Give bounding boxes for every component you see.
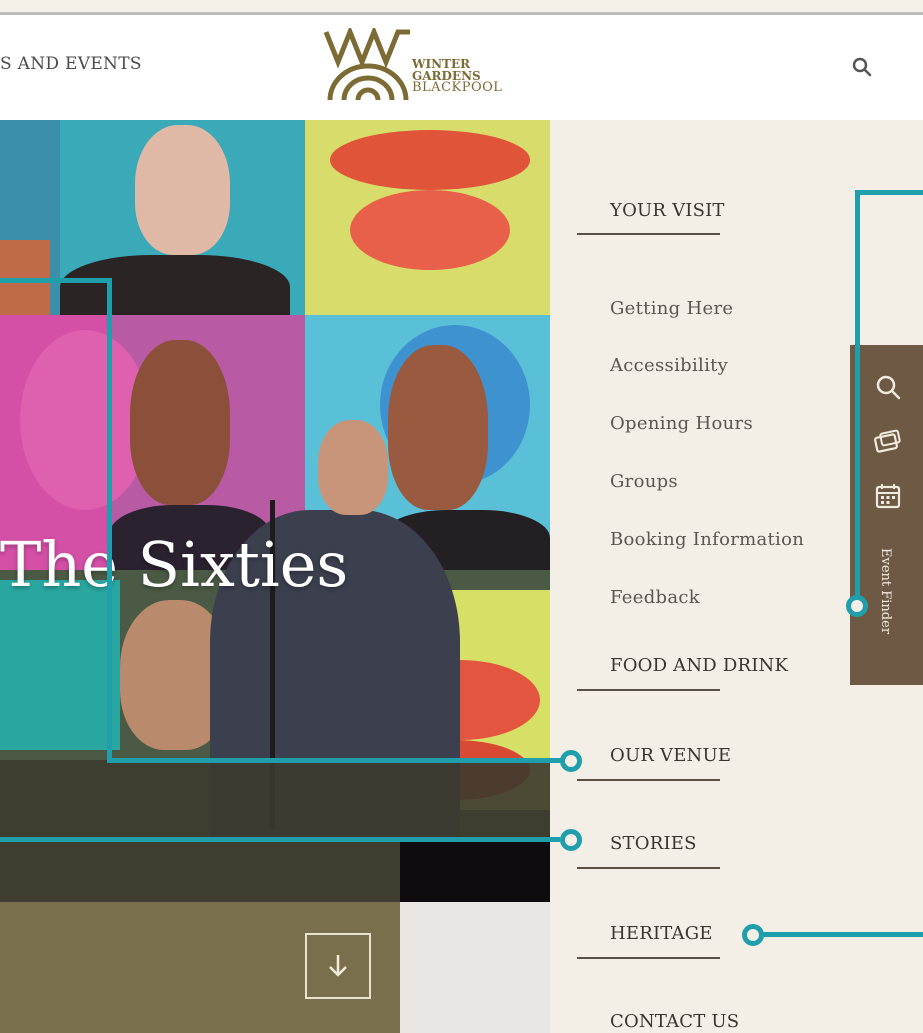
callout-line [855,190,923,195]
callout-dot [742,924,764,946]
ticket-icon[interactable] [873,428,903,460]
search-icon[interactable] [850,55,874,79]
collage-lips [330,130,530,190]
menu-divider [577,779,720,781]
menu-item-feedback[interactable]: Feedback [610,587,700,608]
logo-wordmark: WINTER GARDENS BLACKPOOL [412,58,502,94]
menu-divider [577,689,720,691]
nav-link-shows-and-events[interactable]: S AND EVENTS [0,54,142,74]
hero-image [0,120,550,902]
menu-heading-contact-us[interactable]: CONTACT US [610,1011,739,1032]
collage-performer-face [318,420,388,515]
menu-item-getting-here[interactable]: Getting Here [610,298,733,319]
logo-line-blackpool: BLACKPOOL [412,80,503,95]
hero-title: The Sixties [0,528,349,601]
hero-footer-right [400,902,550,1033]
callout-line [0,837,560,842]
arrow-down-icon [329,955,347,977]
menu-divider [577,957,720,959]
menu-divider [577,233,720,235]
menu-heading-heritage[interactable]: HERITAGE [610,923,713,944]
menu-heading-your-visit[interactable]: YOUR VISIT [610,200,725,221]
menu-heading-our-venue[interactable]: OUR VENUE [610,745,731,766]
callout-dot [560,829,582,851]
callout-line [0,278,112,283]
collage-face [130,340,230,505]
logo-mark-icon [323,25,410,101]
menu-heading-food-and-drink[interactable]: FOOD AND DRINK [610,655,788,676]
menu-item-opening-hours[interactable]: Opening Hours [610,413,753,434]
callout-line [107,278,112,763]
menu-divider [577,867,720,869]
collage-face [135,125,230,255]
scroll-down-button[interactable] [305,933,371,999]
event-finder-label[interactable]: Event Finder [878,548,893,634]
menu-heading-stories[interactable]: STORIES [610,833,697,854]
search-icon[interactable] [873,372,903,406]
winter-gardens-logo[interactable]: WINTER GARDENS BLACKPOOL [322,25,522,108]
callout-dot [846,595,868,617]
callout-line [760,932,923,937]
callout-line [855,190,860,603]
collage-tile [0,580,120,750]
callout-line [107,758,562,763]
menu-item-groups[interactable]: Groups [610,471,678,492]
callout-dot [560,750,582,772]
collage-face [388,345,488,510]
menu-item-booking-information[interactable]: Booking Information [610,529,804,550]
menu-item-accessibility[interactable]: Accessibility [610,355,728,376]
collage-lips [350,190,510,270]
calendar-icon[interactable] [873,482,903,514]
collage-tile [400,840,550,902]
